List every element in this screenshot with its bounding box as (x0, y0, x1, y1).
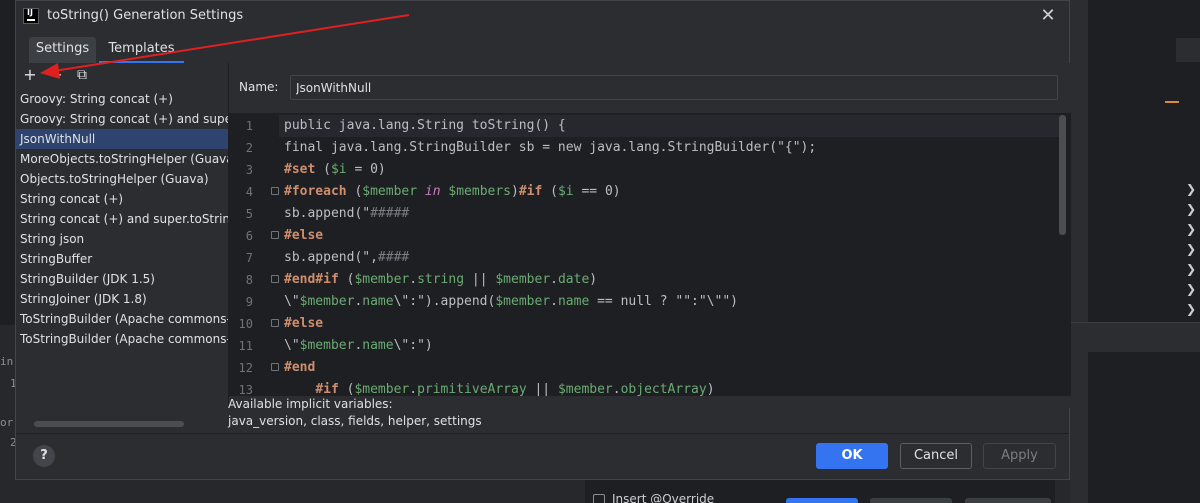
list-item[interactable]: String json (16, 229, 228, 249)
name-label: Name: (239, 80, 279, 94)
line-number: 7 (245, 251, 253, 265)
apply-button[interactable]: Apply (983, 443, 1056, 469)
code-line: #foreach ($member in $members)#if ($i ==… (284, 184, 621, 199)
dialog-title: toString() Generation Settings (47, 8, 244, 23)
intellij-app-icon (23, 8, 39, 24)
implicit-variables-label: Available implicit variables: (228, 397, 393, 411)
line-number: 12 (238, 361, 253, 375)
line-number: 3 (245, 163, 253, 177)
code-line: #set ($i = 0) (284, 162, 386, 177)
copy-icon[interactable]: ⧉ (72, 65, 92, 85)
list-item[interactable]: String concat (+) (16, 189, 228, 209)
list-item[interactable]: MoreObjects.toStringHelper (Guava) (16, 149, 228, 169)
template-editor-pane: Name: 1 2 3 4 5 6 7 8 9 10 11 12 13 (228, 63, 1071, 408)
line-number: 6 (245, 229, 253, 243)
list-horizontal-scrollbar[interactable] (34, 421, 184, 427)
line-number: 8 (245, 273, 253, 287)
chevron-right-icon[interactable]: ❯ (1186, 242, 1196, 256)
template-name-input[interactable] (290, 75, 1058, 100)
list-item[interactable]: String concat (+) and super.toString() (16, 209, 228, 229)
editor-gutter: 1 2 3 4 5 6 7 8 9 10 11 12 13 (229, 113, 279, 396)
line-number: 5 (245, 207, 253, 221)
code-line: sb.append("##### (284, 206, 410, 221)
close-icon[interactable]: ✕ (1038, 6, 1058, 26)
tab-bar: Settings Templates (16, 37, 1069, 63)
code-line: final java.lang.StringBuilder sb = new j… (284, 140, 817, 155)
editor-vertical-scrollbar[interactable] (1059, 115, 1066, 235)
template-list: Groovy: String concat (+) Groovy: String… (16, 89, 228, 419)
list-item[interactable]: Groovy: String concat (+) (16, 89, 228, 109)
template-toolbar: + − ⧉ (16, 65, 228, 87)
list-item[interactable]: Objects.toStringHelper (Guava) (16, 169, 228, 189)
line-number: 10 (238, 317, 253, 331)
line-number: 11 (238, 339, 253, 353)
code-line: \"$member.name\":") (284, 338, 433, 353)
tab-templates[interactable]: Templates (99, 37, 184, 63)
list-item[interactable]: Groovy: String concat (+) and super.toSt… (16, 109, 228, 129)
code-line: #else (284, 316, 324, 331)
ide-secondary-button[interactable] (870, 498, 952, 503)
chevron-right-icon[interactable]: ❯ (1186, 202, 1196, 216)
tostring-settings-dialog: toString() Generation Settings ✕ Setting… (15, 0, 1071, 480)
list-item[interactable]: StringBuffer (16, 249, 228, 269)
ide-primary-button[interactable] (786, 498, 858, 503)
template-code-editor[interactable]: 1 2 3 4 5 6 7 8 9 10 11 12 13 public jav… (229, 113, 1071, 396)
code-line: \"$member.name\":").append($member.name … (284, 294, 738, 309)
tab-settings[interactable]: Settings (29, 37, 96, 63)
add-icon[interactable]: + (20, 65, 40, 85)
fold-marker-icon[interactable] (271, 231, 279, 239)
chevron-right-icon[interactable]: ❯ (1186, 282, 1196, 296)
ide-bg-text: or (0, 416, 14, 429)
help-icon[interactable]: ? (33, 445, 55, 467)
list-item[interactable]: ToStringBuilder (Apache commons-lang 3) (16, 329, 228, 349)
implicit-variables-info: Available implicit variables: java_versi… (228, 397, 1070, 433)
chevron-right-icon[interactable]: ❯ (1186, 302, 1196, 316)
line-number: 13 (238, 383, 253, 396)
fold-marker-icon[interactable] (271, 275, 279, 283)
fold-marker-icon[interactable] (271, 319, 279, 327)
list-item[interactable]: StringBuilder (JDK 1.5) (16, 269, 228, 289)
code-line: #else (284, 228, 324, 243)
override-checkbox[interactable] (593, 494, 605, 503)
ide-secondary-button[interactable] (965, 498, 1051, 503)
list-item-selected[interactable]: JsonWithNull (16, 129, 228, 149)
line-number: 4 (245, 185, 253, 199)
remove-icon[interactable]: − (46, 65, 66, 85)
override-checkbox-label: Insert @Override (612, 492, 715, 503)
code-line: #if ($member.primitiveArray || $member.o… (315, 382, 715, 396)
ide-right-editor (1070, 0, 1200, 503)
implicit-variables-list: java_version, class, fields, helper, set… (228, 414, 482, 428)
ide-orange-marker (1165, 101, 1179, 103)
chevron-right-icon[interactable]: ❯ (1186, 262, 1196, 276)
ide-right-strip (1176, 38, 1200, 62)
chevron-right-icon[interactable]: ❯ (1186, 222, 1196, 236)
dialog-titlebar: toString() Generation Settings ✕ (16, 1, 1069, 33)
code-line: sb.append(",#### (284, 250, 410, 265)
line-number: 2 (245, 141, 253, 155)
chevron-right-icon[interactable]: ❯ (1186, 182, 1196, 196)
dialog-footer: ? OK Cancel Apply (16, 433, 1069, 480)
line-number: 9 (245, 295, 253, 309)
code-line: #end#if ($member.string || $member.date) (284, 272, 598, 287)
list-item[interactable]: StringJoiner (JDK 1.8) (16, 289, 228, 309)
cancel-button[interactable]: Cancel (900, 443, 972, 469)
ide-divider (1070, 322, 1200, 352)
code-line: #end (284, 360, 316, 375)
line-number: 1 (245, 119, 253, 133)
code-line: public java.lang.String toString() { (284, 118, 566, 133)
ide-right-gutter (1070, 0, 1088, 503)
code-area[interactable]: public java.lang.String toString() { fina… (279, 113, 1059, 396)
fold-marker-icon[interactable] (271, 187, 279, 195)
list-item[interactable]: ToStringBuilder (Apache commons-lang) (16, 309, 228, 329)
fold-marker-icon[interactable] (271, 363, 279, 371)
ok-button[interactable]: OK (816, 443, 888, 469)
